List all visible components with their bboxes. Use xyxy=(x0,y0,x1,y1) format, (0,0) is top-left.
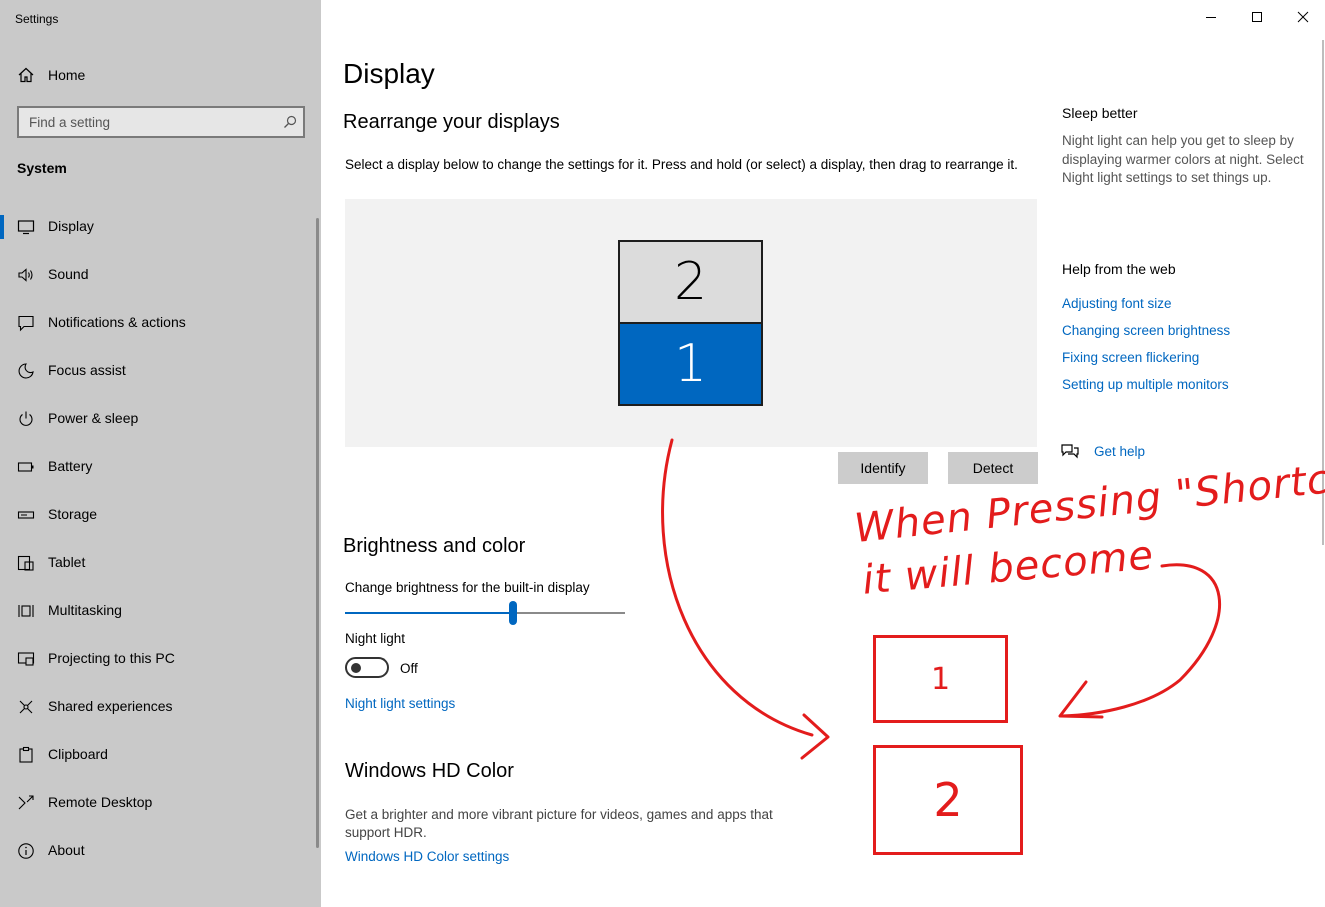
power-icon xyxy=(19,411,33,426)
search-icon[interactable] xyxy=(283,115,297,129)
annotation-box-2: 2 xyxy=(873,745,1023,855)
notification-icon xyxy=(18,315,34,332)
sidebar-item-focus-assist[interactable]: Focus assist xyxy=(0,351,316,391)
sidebar-scrollbar[interactable] xyxy=(316,218,319,848)
minimize-icon xyxy=(1206,17,1216,18)
help-link-font-size[interactable]: Adjusting font size xyxy=(1062,296,1172,311)
search-input[interactable] xyxy=(19,108,269,136)
sidebar-item-label: Storage xyxy=(48,506,98,522)
display-1-tile[interactable]: 1 xyxy=(618,322,763,406)
sleep-better-heading: Sleep better xyxy=(1062,105,1138,121)
sidebar-item-label: Power & sleep xyxy=(48,410,139,426)
sidebar: Settings Home System Display xyxy=(0,0,321,907)
sidebar-item-label: Focus assist xyxy=(48,362,126,378)
sidebar-item-remote-desktop[interactable]: Remote Desktop xyxy=(0,783,316,823)
brightness-heading: Brightness and color xyxy=(343,535,526,557)
chat-help-icon xyxy=(1061,444,1079,459)
search-box[interactable] xyxy=(17,106,305,138)
projecting-icon xyxy=(17,652,35,666)
close-button[interactable] xyxy=(1280,0,1325,34)
sidebar-item-label: Multitasking xyxy=(48,602,122,618)
brightness-slider-label: Change brightness for the built-in displ… xyxy=(345,580,590,595)
toggle-knob xyxy=(351,662,361,673)
sidebar-item-multitasking[interactable]: Multitasking xyxy=(0,591,316,631)
get-help-link[interactable]: Get help xyxy=(1094,444,1145,459)
identify-button[interactable]: Identify xyxy=(838,452,928,484)
info-icon xyxy=(18,843,34,859)
sidebar-home-label: Home xyxy=(48,67,86,83)
sidebar-item-projecting[interactable]: Projecting to this PC xyxy=(0,639,316,679)
home-icon xyxy=(18,67,34,83)
multitasking-icon xyxy=(18,605,34,617)
sidebar-item-label: Notifications & actions xyxy=(48,314,186,330)
sidebar-item-display[interactable]: Display xyxy=(0,207,316,247)
sidebar-item-label: Sound xyxy=(48,266,89,282)
help-link-brightness[interactable]: Changing screen brightness xyxy=(1062,323,1230,338)
sidebar-item-battery[interactable]: Battery xyxy=(0,447,316,487)
rearrange-heading: Rearrange your displays xyxy=(343,111,560,133)
brightness-slider-thumb[interactable] xyxy=(509,601,517,625)
maximize-icon xyxy=(1252,12,1262,22)
sidebar-item-label: About xyxy=(48,842,85,858)
sidebar-item-storage[interactable]: Storage xyxy=(0,495,316,535)
close-icon xyxy=(1297,11,1309,23)
sidebar-item-clipboard[interactable]: Clipboard xyxy=(0,735,316,775)
help-link-flickering[interactable]: Fixing screen flickering xyxy=(1062,350,1199,365)
monitor-icon xyxy=(17,220,35,235)
night-light-toggle[interactable] xyxy=(345,657,389,678)
app-title: Settings xyxy=(15,12,59,26)
hdr-description: Get a brighter and more vibrant picture … xyxy=(345,807,773,840)
minimize-button[interactable] xyxy=(1188,0,1234,34)
clipboard-icon xyxy=(19,746,33,763)
night-light-state: Off xyxy=(400,661,418,676)
rearrange-description: Select a display below to change the set… xyxy=(345,157,1018,172)
battery-icon xyxy=(17,462,34,472)
night-light-label: Night light xyxy=(345,631,406,646)
storage-icon xyxy=(17,511,35,519)
remote-desktop-icon xyxy=(18,795,34,810)
sidebar-item-about[interactable]: About xyxy=(0,831,316,871)
sidebar-item-shared-experiences[interactable]: Shared experiences xyxy=(0,687,316,727)
sidebar-section-label: System xyxy=(17,160,67,176)
sidebar-item-label: Battery xyxy=(48,458,93,474)
display-2-tile[interactable]: 2 xyxy=(618,240,763,324)
tablet-icon xyxy=(17,555,34,571)
active-indicator xyxy=(0,215,4,239)
sidebar-item-label: Display xyxy=(48,218,94,234)
page-title: Display xyxy=(343,58,435,89)
detect-button[interactable]: Detect xyxy=(948,452,1038,484)
settings-window: Settings Home System Display xyxy=(0,0,1325,907)
help-link-multiple-monitors[interactable]: Setting up multiple monitors xyxy=(1062,377,1229,392)
sidebar-item-tablet[interactable]: Tablet xyxy=(0,543,316,583)
hdr-heading: Windows HD Color xyxy=(345,760,514,782)
sidebar-item-label: Projecting to this PC xyxy=(48,650,175,666)
speaker-icon xyxy=(18,268,33,282)
display-arrangement-area[interactable]: 2 1 xyxy=(345,199,1037,447)
sidebar-item-sound[interactable]: Sound xyxy=(0,255,316,295)
sidebar-item-notifications[interactable]: Notifications & actions xyxy=(0,303,316,343)
moon-icon xyxy=(18,363,34,379)
sidebar-item-label: Shared experiences xyxy=(48,698,173,714)
sidebar-item-label: Tablet xyxy=(48,554,86,570)
sidebar-item-power-sleep[interactable]: Power & sleep xyxy=(0,399,316,439)
sidebar-item-label: Clipboard xyxy=(48,746,108,762)
sidebar-item-label: Remote Desktop xyxy=(48,794,153,810)
brightness-slider-fill xyxy=(345,612,513,614)
sidebar-home[interactable]: Home xyxy=(0,58,321,92)
maximize-button[interactable] xyxy=(1234,0,1280,34)
hdr-settings-link[interactable]: Windows HD Color settings xyxy=(345,849,509,864)
annotation-box-1: 1 xyxy=(873,635,1008,723)
help-heading: Help from the web xyxy=(1062,261,1176,277)
night-light-settings-link[interactable]: Night light settings xyxy=(345,696,455,711)
sleep-better-text: Night light can help you get to sleep by… xyxy=(1062,133,1304,185)
shared-experiences-icon xyxy=(19,700,33,714)
